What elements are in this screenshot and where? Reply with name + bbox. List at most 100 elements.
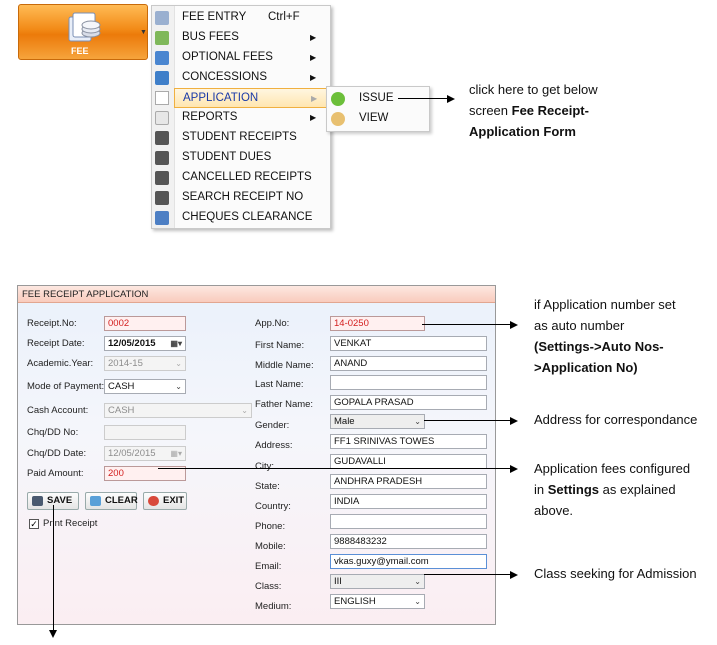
father-name-field[interactable]: GOPALA PRASAD xyxy=(330,395,487,410)
menu-item-fee-entry[interactable]: FEE ENTRY Ctrl+F xyxy=(152,8,330,28)
paid-amount-label: Paid Amount: xyxy=(27,468,84,479)
state-label: State: xyxy=(255,481,280,492)
submenu-item-view[interactable]: VIEW xyxy=(327,109,429,129)
menu-item-application[interactable]: APPLICATION ▶ xyxy=(174,88,329,108)
chq-dd-date-label: Chq/DD Date: xyxy=(27,448,87,459)
academic-year-select[interactable]: 2014-15 ⌄ xyxy=(104,356,186,371)
address-label: Address: xyxy=(255,440,293,451)
application-submenu: ISSUE VIEW xyxy=(326,86,430,132)
address-field[interactable]: FF1 SRINIVAS TOWES xyxy=(330,434,487,449)
phone-label: Phone: xyxy=(255,521,286,532)
state-field[interactable]: ANDHRA PRADESH xyxy=(330,474,487,489)
chevron-down-icon: ⌄ xyxy=(414,417,421,426)
fee-icon xyxy=(68,12,101,42)
chq-dd-no-field[interactable] xyxy=(104,425,186,440)
city-label: City: xyxy=(255,461,274,472)
email-label: Email: xyxy=(255,561,282,572)
menu-item-cheques-clearance[interactable]: CHEQUES CLEARANCE xyxy=(152,208,330,228)
floppy-icon xyxy=(32,496,43,506)
chevron-down-icon: ⌄ xyxy=(414,597,421,606)
bus-icon xyxy=(155,31,169,45)
menu-item-reports[interactable]: REPORTS ▶ xyxy=(152,108,330,128)
dropdown-arrow-icon: ▼ xyxy=(140,29,147,36)
submenu-arrow-icon: ▶ xyxy=(310,33,317,42)
menu-item-bus-fees[interactable]: BUS FEES ▶ xyxy=(152,28,330,48)
print-receipt-checkbox[interactable]: ✓ xyxy=(29,519,39,529)
country-field[interactable]: INDIA xyxy=(330,494,487,509)
chevron-down-icon: ⌄ xyxy=(241,406,248,415)
app-no-field[interactable]: 14-0250 xyxy=(330,316,425,331)
middle-name-label: Middle Name: xyxy=(255,360,314,371)
first-name-field[interactable]: VENKAT xyxy=(330,336,487,351)
arrow-line xyxy=(158,468,512,469)
country-label: Country: xyxy=(255,501,291,512)
plus-icon xyxy=(331,92,345,106)
arrow-line xyxy=(424,574,512,575)
arrow-head-icon xyxy=(510,417,518,425)
city-field[interactable]: GUDAVALLI xyxy=(330,454,487,469)
binoculars-icon xyxy=(155,171,169,185)
arrow-head-icon xyxy=(49,630,57,638)
clear-icon xyxy=(90,496,101,506)
arrow-head-icon xyxy=(510,571,518,579)
first-name-label: First Name: xyxy=(255,340,305,351)
mobile-label: Mobile: xyxy=(255,541,286,552)
last-name-label: Last Name: xyxy=(255,379,304,390)
receipt-no-label: Receipt.No: xyxy=(27,318,77,329)
menu-item-concessions[interactable]: CONCESSIONS ▶ xyxy=(152,68,330,88)
magnifier-icon xyxy=(331,112,345,126)
phone-field[interactable] xyxy=(330,514,487,529)
fee-menu: FEE ENTRY Ctrl+F BUS FEES ▶ OPTIONAL FEE… xyxy=(151,5,331,229)
cheque-icon xyxy=(155,211,169,225)
binoculars-icon xyxy=(155,131,169,145)
exit-button[interactable]: EXIT xyxy=(143,492,187,510)
submenu-arrow-icon: ▶ xyxy=(310,113,317,122)
chq-dd-date-picker[interactable]: 12/05/2015 ▦▾ xyxy=(104,446,186,461)
optional-fees-icon xyxy=(155,51,169,65)
medium-select[interactable]: ENGLISH ⌄ xyxy=(330,594,425,609)
gender-select[interactable]: Male ⌄ xyxy=(330,414,425,429)
fee-label: FEE xyxy=(71,46,89,56)
clear-button[interactable]: CLEAR xyxy=(85,492,138,510)
menu-item-cancelled-receipts[interactable]: CANCELLED RECEIPTS xyxy=(152,168,330,188)
mode-of-payment-select[interactable]: CASH ⌄ xyxy=(104,379,186,394)
submenu-arrow-icon: ▶ xyxy=(310,73,317,82)
mode-of-payment-label: Mode of Payment: xyxy=(27,381,105,392)
class-label: Class: xyxy=(255,581,282,592)
last-name-field[interactable] xyxy=(330,375,487,390)
note-class: Class seeking for Admission xyxy=(534,566,697,581)
chevron-down-icon: ⌄ xyxy=(175,359,182,368)
chevron-down-icon: ⌄ xyxy=(414,577,421,586)
app-no-label: App.No: xyxy=(255,318,290,329)
note-address: Address for correspondance xyxy=(534,412,698,427)
middle-name-field[interactable]: ANAND xyxy=(330,356,487,371)
menu-item-student-dues[interactable]: STUDENT DUES xyxy=(152,148,330,168)
receipt-date-picker[interactable]: 12/05/2015 ▦▾ xyxy=(104,336,186,351)
class-select[interactable]: III ⌄ xyxy=(330,574,425,589)
print-receipt-label: Print Receipt xyxy=(43,518,98,529)
menu-item-student-receipts[interactable]: STUDENT RECEIPTS xyxy=(152,128,330,148)
fee-entry-icon xyxy=(155,11,169,25)
menu-item-search-receipt-no[interactable]: SEARCH RECEIPT NO xyxy=(152,188,330,208)
window-title: FEE RECEIPT APPLICATION xyxy=(18,286,495,303)
menu-item-optional-fees[interactable]: OPTIONAL FEES ▶ xyxy=(152,48,330,68)
cash-account-select[interactable]: CASH ⌄ xyxy=(104,403,252,418)
arrow-head-icon xyxy=(510,465,518,473)
submenu-arrow-icon: ▶ xyxy=(311,94,318,103)
fee-ribbon-button[interactable]: FEE ▼ xyxy=(18,4,148,60)
binoculars-icon xyxy=(155,191,169,205)
arrow-line xyxy=(53,505,54,630)
receipt-no-field[interactable]: 0002 xyxy=(104,316,186,331)
application-icon xyxy=(155,91,169,105)
arrow-head-icon xyxy=(510,321,518,329)
mobile-field[interactable]: 9888483232 xyxy=(330,534,487,549)
submenu-item-issue[interactable]: ISSUE xyxy=(327,89,429,109)
medium-label: Medium: xyxy=(255,601,292,612)
menu-shortcut: Ctrl+F xyxy=(268,11,300,23)
exit-icon xyxy=(148,496,159,506)
chevron-down-icon: ⌄ xyxy=(175,382,182,391)
arrow-line xyxy=(424,420,512,421)
calendar-icon: ▦▾ xyxy=(170,449,182,458)
arrow-line xyxy=(398,98,448,99)
email-field[interactable]: vkas.guxy@ymail.com xyxy=(330,554,487,569)
